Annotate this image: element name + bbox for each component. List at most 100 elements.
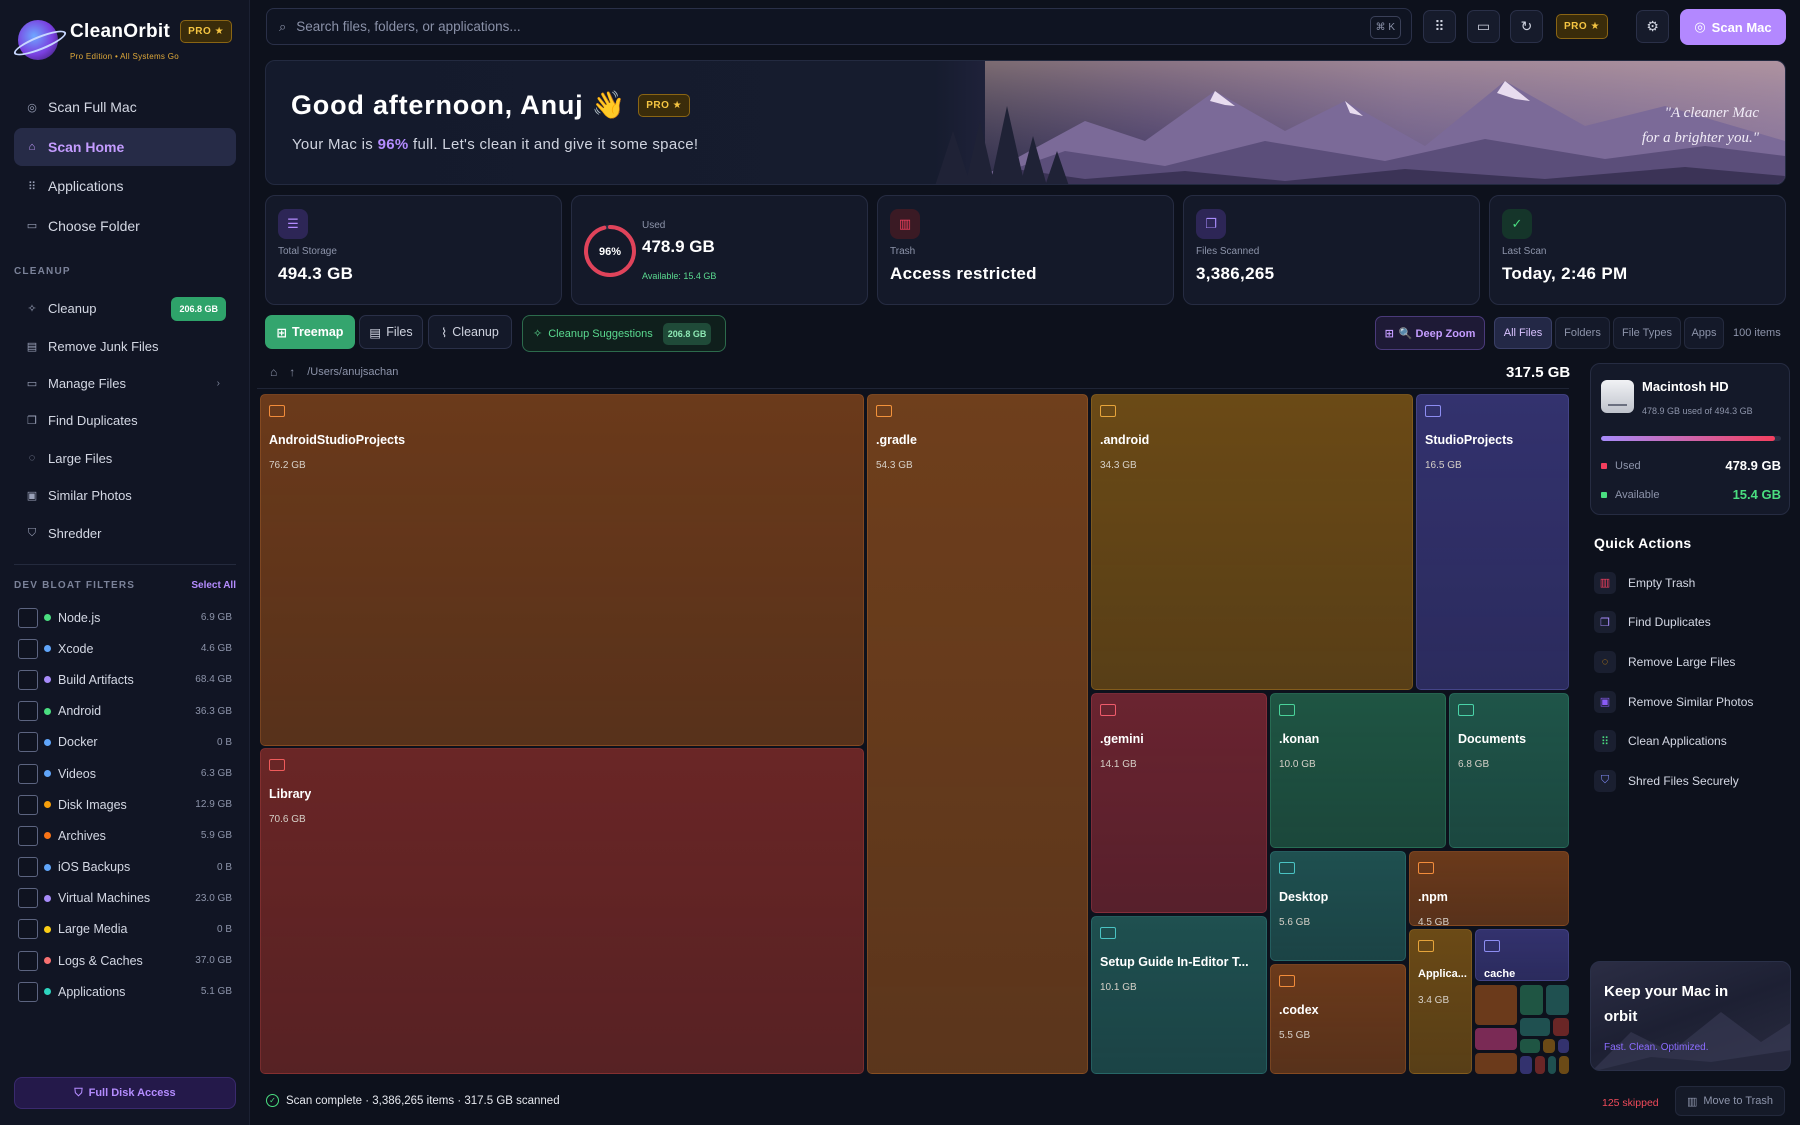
treemap-tile[interactable]: AndroidStudioProjects 76.2 GB — [260, 394, 864, 746]
checkbox[interactable] — [18, 981, 38, 1002]
nav-scan-full-mac[interactable]: ◎ Scan Full Mac — [14, 88, 236, 126]
nav-choose-folder[interactable]: ▭ Choose Folder — [14, 207, 236, 245]
nav-applications[interactable]: ⠿ Applications — [14, 167, 236, 205]
quick-action-item[interactable]: ▣ Remove Similar Photos — [1594, 682, 1790, 722]
quick-action-item[interactable]: ▥ Empty Trash — [1594, 563, 1790, 603]
cleanup-item-find-duplicates[interactable]: ❐ Find Duplicates — [14, 402, 236, 439]
filter-file-types[interactable]: File Types — [1613, 317, 1681, 349]
treemap-mini-tile[interactable] — [1548, 1056, 1556, 1074]
refresh-button[interactable]: ↻ — [1510, 10, 1543, 43]
breadcrumb-path[interactable]: /Users/anujsachan — [307, 366, 398, 378]
settings-button[interactable]: ⚙ — [1636, 10, 1669, 43]
checkbox[interactable] — [18, 825, 38, 846]
cleanup-item-similar-photos[interactable]: ▣ Similar Photos — [14, 477, 236, 514]
cleanup-item-remove-junk[interactable]: ▤ Remove Junk Files — [14, 327, 236, 364]
treemap-mini-tile[interactable] — [1520, 1056, 1532, 1074]
treemap-tile[interactable]: .gemini 14.1 GB — [1091, 693, 1267, 913]
checkbox[interactable] — [18, 763, 38, 784]
grid-view-button[interactable]: ⠿ — [1423, 10, 1456, 43]
cleanup-item-shredder[interactable]: ⛉ Shredder — [14, 514, 236, 551]
treemap-tile[interactable]: .codex 5.5 GB — [1270, 964, 1406, 1074]
dev-filter-item[interactable]: Logs & Caches 37.0 GB — [18, 945, 234, 976]
arrow-up-icon[interactable]: ↑ — [289, 365, 295, 379]
treemap-mini-tile[interactable] — [1546, 985, 1569, 1015]
dev-filter-item[interactable]: Android 36.3 GB — [18, 696, 234, 727]
tab-treemap[interactable]: ⊞ Treemap — [265, 315, 355, 349]
cleanup-item-large-files[interactable]: ◌ Large Files — [14, 440, 236, 477]
treemap-mini-tile[interactable] — [1559, 1056, 1569, 1074]
checkbox[interactable] — [18, 888, 38, 909]
dev-filter-item[interactable]: Disk Images 12.9 GB — [18, 789, 234, 820]
select-all-link[interactable]: Select All — [191, 580, 236, 591]
tab-files[interactable]: ▤ Files — [359, 315, 423, 349]
quick-action-item[interactable]: ⛉ Shred Files Securely — [1594, 761, 1790, 801]
home-icon[interactable]: ⌂ — [270, 365, 277, 379]
search-input[interactable] — [296, 19, 1297, 34]
nav-scan-home[interactable]: ⌂ Scan Home — [14, 127, 236, 166]
treemap-mini-tile[interactable] — [1475, 985, 1517, 1025]
tile-size: 4.5 GB — [1418, 917, 1450, 926]
treemap-tile[interactable]: .gradle 54.3 GB — [867, 394, 1088, 1074]
dev-filter-item[interactable]: Node.js 6.9 GB — [18, 602, 234, 633]
checkbox[interactable] — [18, 857, 38, 878]
checkbox[interactable] — [18, 794, 38, 815]
treemap-tile[interactable]: .android 34.3 GB — [1091, 394, 1413, 690]
checkbox[interactable] — [18, 701, 38, 722]
treemap-tile[interactable]: StudioProjects 16.5 GB — [1416, 394, 1569, 690]
checkbox[interactable] — [18, 638, 38, 659]
quick-action-item[interactable]: ❐ Find Duplicates — [1594, 603, 1790, 643]
treemap-mini-tile[interactable] — [1520, 985, 1543, 1015]
treemap-mini-tile[interactable] — [1543, 1039, 1555, 1053]
filter-folders[interactable]: Folders — [1555, 317, 1610, 349]
dev-filter-item[interactable]: iOS Backups 0 B — [18, 852, 234, 883]
deep-zoom-button[interactable]: ⊞ 🔍 Deep Zoom — [1375, 316, 1485, 350]
checkbox[interactable] — [18, 607, 38, 628]
filter-apps[interactable]: Apps — [1684, 317, 1724, 349]
tab-cleanup[interactable]: ⌇ Cleanup — [428, 315, 512, 349]
treemap-tile[interactable]: Library 70.6 GB — [260, 748, 864, 1074]
checkbox[interactable] — [18, 919, 38, 940]
treemap-mini-tile[interactable] — [1558, 1039, 1569, 1053]
move-to-trash-button[interactable]: ▥ Move to Trash — [1675, 1086, 1785, 1116]
dev-filter-item[interactable]: Virtual Machines 23.0 GB — [18, 883, 234, 914]
skipped-count[interactable]: 125 skipped — [1602, 1097, 1659, 1109]
dev-filter-item[interactable]: Applications 5.1 GB — [18, 976, 234, 1007]
dev-filter-item[interactable]: Build Artifacts 68.4 GB — [18, 664, 234, 695]
scan-mac-button[interactable]: ◎ Scan Mac — [1680, 9, 1786, 45]
dev-filter-item[interactable]: Archives 5.9 GB — [18, 820, 234, 851]
treemap-mini-tile[interactable] — [1475, 1053, 1517, 1074]
cleanup-item-cleanup[interactable]: ✧ Cleanup 206.8 GB — [14, 290, 236, 327]
treemap-mini-tile[interactable] — [1520, 1039, 1540, 1053]
checkbox[interactable] — [18, 950, 38, 971]
dev-filter-item[interactable]: Docker 0 B — [18, 727, 234, 758]
dev-filter-item[interactable]: Large Media 0 B — [18, 914, 234, 945]
treemap-mini-tile[interactable] — [1520, 1018, 1550, 1036]
dev-filter-item[interactable]: Xcode 4.6 GB — [18, 633, 234, 664]
tile-size: 10.1 GB — [1100, 982, 1137, 993]
treemap-tile[interactable]: .npm 4.5 GB — [1409, 851, 1569, 926]
color-dot — [44, 645, 51, 653]
full-disk-access-button[interactable]: ⛉ Full Disk Access — [14, 1077, 236, 1109]
monitor-button[interactable]: ▭ — [1467, 10, 1500, 43]
toolbar-pro-badge[interactable]: PRO ★ — [1556, 14, 1608, 39]
dev-filter-item[interactable]: Videos 6.3 GB — [18, 758, 234, 789]
treemap-tile[interactable]: .konan 10.0 GB — [1270, 693, 1446, 848]
checkbox[interactable] — [18, 669, 38, 690]
treemap-tile[interactable]: Applica... 3.4 GB — [1409, 929, 1472, 1074]
treemap-tile[interactable]: Setup Guide In-Editor T... 10.1 GB — [1091, 916, 1267, 1074]
dev-filter-size: 4.6 GB — [200, 643, 232, 655]
cleanup-item-manage-files[interactable]: ▭ Manage Files › — [14, 365, 236, 402]
treemap-mini-tile[interactable] — [1475, 1028, 1517, 1050]
treemap-mini-tile[interactable] — [1535, 1056, 1545, 1074]
promo-card: Keep your Mac in orbit Fast. Clean. Opti… — [1590, 961, 1791, 1071]
sparkle-icon: ✧ — [27, 303, 37, 316]
treemap-tile[interactable]: Documents 6.8 GB — [1449, 693, 1569, 848]
quick-action-item[interactable]: ◌ Remove Large Files — [1594, 642, 1790, 682]
cleanup-suggestions-button[interactable]: ✧ Cleanup Suggestions 206.8 GB — [522, 315, 726, 352]
checkbox[interactable] — [18, 732, 38, 753]
filter-all-files[interactable]: All Files — [1494, 317, 1552, 349]
treemap-tile[interactable]: cache — [1475, 929, 1569, 981]
treemap-mini-tile[interactable] — [1553, 1018, 1569, 1036]
quick-action-item[interactable]: ⠿ Clean Applications — [1594, 721, 1790, 761]
treemap-tile[interactable]: Desktop 5.6 GB — [1270, 851, 1406, 961]
